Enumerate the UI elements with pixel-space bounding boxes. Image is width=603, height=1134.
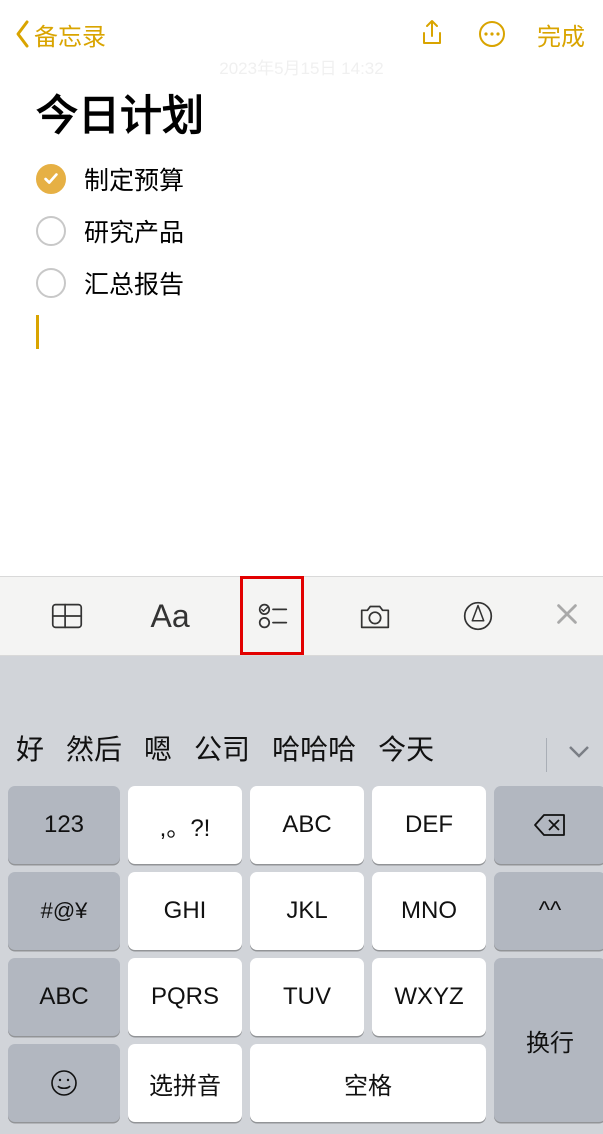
checkbox-unchecked-icon[interactable] bbox=[36, 268, 66, 298]
table-button[interactable] bbox=[48, 597, 86, 635]
key-abc[interactable]: ABC bbox=[250, 786, 364, 864]
key-jkl[interactable]: JKL bbox=[250, 872, 364, 950]
format-toolbar: Aa bbox=[0, 576, 603, 656]
candidate-word[interactable]: 公司 bbox=[194, 728, 250, 768]
candidate-word[interactable]: 然后 bbox=[66, 728, 122, 768]
chevron-down-icon bbox=[565, 737, 593, 765]
chevron-left-icon bbox=[14, 19, 32, 49]
checklist-button[interactable] bbox=[254, 597, 292, 635]
pinyin-select-key[interactable]: 选拼音 bbox=[128, 1044, 242, 1122]
checklist-item[interactable]: 研究产品 bbox=[36, 205, 567, 257]
markup-button[interactable] bbox=[459, 597, 497, 635]
note-title[interactable]: 今日计划 bbox=[36, 82, 567, 143]
key-abc-shift[interactable]: ABC bbox=[8, 958, 120, 1036]
key-mno[interactable]: MNO bbox=[372, 872, 486, 950]
return-key[interactable]: 换行 bbox=[494, 958, 603, 1122]
table-icon bbox=[48, 597, 86, 635]
back-button[interactable]: 备忘录 bbox=[14, 17, 106, 52]
backspace-icon bbox=[532, 811, 568, 839]
keypad: 123 ,。?! ABC DEF #@¥ GHI JKL MNO ^^ ABC … bbox=[0, 786, 603, 1130]
more-button[interactable] bbox=[477, 19, 507, 49]
candidate-word[interactable]: 哈哈哈 bbox=[272, 728, 356, 768]
space-key[interactable]: 空格 bbox=[250, 1044, 486, 1122]
key-def[interactable]: DEF bbox=[372, 786, 486, 864]
key-pqrs[interactable]: PQRS bbox=[128, 958, 242, 1036]
divider bbox=[546, 738, 547, 772]
candidate-word[interactable]: 嗯 bbox=[144, 728, 172, 768]
key-123[interactable]: 123 bbox=[8, 786, 120, 864]
close-icon bbox=[553, 600, 581, 628]
key-wxyz[interactable]: WXYZ bbox=[372, 958, 486, 1036]
checklist-text[interactable]: 制定预算 bbox=[84, 161, 184, 197]
key-tuv[interactable]: TUV bbox=[250, 958, 364, 1036]
dismiss-toolbar-button[interactable] bbox=[529, 595, 587, 638]
done-button[interactable]: 完成 bbox=[537, 17, 585, 52]
checklist-item[interactable]: 制定预算 bbox=[36, 153, 567, 205]
checkbox-unchecked-icon[interactable] bbox=[36, 216, 66, 246]
keyboard: 好 然后 嗯 公司 哈哈哈 今天 123 ,。?! ABC DEF #@¥ GH… bbox=[0, 656, 603, 1134]
emoji-key[interactable] bbox=[8, 1044, 120, 1122]
checklist-item[interactable]: 汇总报告 bbox=[36, 257, 567, 309]
nav-bar: 备忘录 完成 2023年5月15日 14:32 bbox=[0, 0, 603, 68]
checklist-icon bbox=[254, 597, 292, 635]
note-body[interactable]: 今日计划 制定预算 研究产品 汇总报告 bbox=[0, 68, 603, 349]
expand-candidates-button[interactable] bbox=[565, 737, 593, 772]
markup-icon bbox=[459, 597, 497, 635]
key-punct[interactable]: ,。?! bbox=[128, 786, 242, 864]
text-format-button[interactable]: Aa bbox=[151, 598, 190, 635]
camera-button[interactable] bbox=[356, 597, 394, 635]
camera-icon bbox=[356, 597, 394, 635]
back-label: 备忘录 bbox=[34, 17, 106, 52]
candidate-word[interactable]: 好 bbox=[16, 728, 44, 768]
emoji-icon bbox=[49, 1068, 79, 1098]
checklist-text[interactable]: 研究产品 bbox=[84, 213, 184, 249]
share-button[interactable] bbox=[417, 19, 447, 49]
checkbox-checked-icon[interactable] bbox=[36, 164, 66, 194]
key-ghi[interactable]: GHI bbox=[128, 872, 242, 950]
share-icon bbox=[417, 19, 447, 49]
ellipsis-circle-icon bbox=[477, 19, 507, 49]
note-timestamp: 2023年5月15日 14:32 bbox=[0, 54, 603, 79]
candidate-bar: 好 然后 嗯 公司 哈哈哈 今天 bbox=[0, 656, 603, 786]
candidate-word[interactable]: 今天 bbox=[378, 728, 434, 768]
key-emoticon[interactable]: ^^ bbox=[494, 872, 603, 950]
key-symbols[interactable]: #@¥ bbox=[8, 872, 120, 950]
checklist-text[interactable]: 汇总报告 bbox=[84, 265, 184, 301]
backspace-key[interactable] bbox=[494, 786, 603, 864]
text-cursor bbox=[36, 315, 39, 349]
